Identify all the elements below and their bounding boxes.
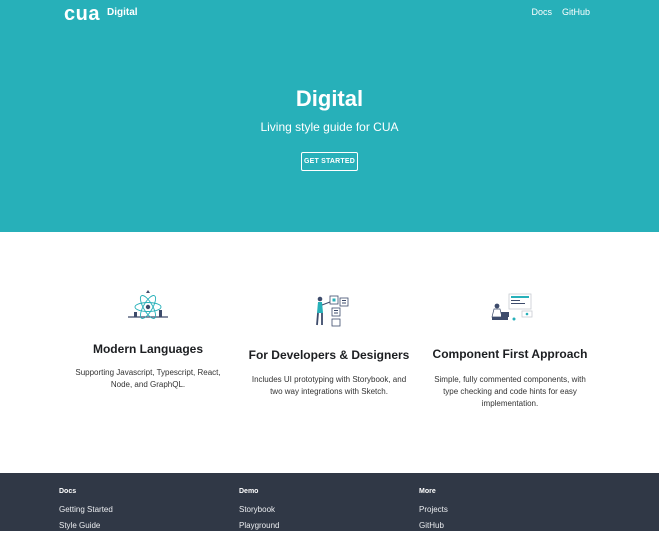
hero-subtitle: Living style guide for CUA bbox=[260, 120, 399, 134]
footer-link-playground[interactable]: Playground bbox=[239, 521, 279, 530]
nav-link-docs[interactable]: Docs bbox=[531, 7, 552, 17]
brand-title[interactable]: Digital bbox=[107, 7, 138, 18]
features-section: Modern Languages Supporting Javascript, … bbox=[0, 232, 659, 473]
footer-heading: Docs bbox=[59, 488, 77, 495]
footer: Docs Getting Started Style Guide Demo St… bbox=[0, 473, 659, 531]
feature-modern-languages: Modern Languages Supporting Javascript, … bbox=[58, 290, 238, 391]
footer-heading: More bbox=[419, 488, 436, 495]
feature-title: Modern Languages bbox=[92, 342, 203, 356]
feature-developers-designers: For Developers & Designers Includes UI p… bbox=[239, 294, 419, 398]
feature-description: Includes UI prototyping with Storybook, … bbox=[251, 375, 407, 396]
footer-column-demo: Demo Storybook Playground bbox=[239, 488, 279, 537]
feature-description: Simple, fully commented components, with… bbox=[434, 375, 586, 408]
footer-link-getting-started[interactable]: Getting Started bbox=[59, 505, 113, 514]
developer-designer-illustration-icon bbox=[316, 295, 349, 327]
footer-heading: Demo bbox=[239, 488, 259, 495]
footer-link-style-guide[interactable]: Style Guide bbox=[59, 521, 113, 530]
footer-column-more: More Projects GitHub bbox=[419, 488, 448, 537]
hero-title: Digital bbox=[295, 86, 364, 111]
get-started-button[interactable]: GET STARTED bbox=[301, 152, 358, 171]
footer-link-projects[interactable]: Projects bbox=[419, 505, 448, 514]
hero-section: cua Digital Docs GitHub Digital Living s… bbox=[0, 0, 659, 232]
feature-component-first: Component First Approach Simple, fully c… bbox=[420, 293, 600, 410]
nav-links: Docs GitHub bbox=[531, 7, 590, 17]
feature-title: Component First Approach bbox=[432, 347, 588, 361]
footer-column-docs: Docs Getting Started Style Guide bbox=[59, 488, 113, 537]
feature-description: Supporting Javascript, Typescript, React… bbox=[75, 368, 221, 389]
top-navbar: cua Digital Docs GitHub bbox=[0, 0, 659, 26]
footer-link-github[interactable]: GitHub bbox=[419, 521, 448, 530]
nav-link-github[interactable]: GitHub bbox=[562, 7, 590, 17]
feature-title: For Developers & Designers bbox=[248, 348, 410, 362]
component-illustration-icon bbox=[491, 293, 533, 321]
footer-link-storybook[interactable]: Storybook bbox=[239, 505, 279, 514]
cua-logo[interactable]: cua bbox=[64, 3, 100, 26]
react-atom-illustration-icon bbox=[128, 290, 168, 319]
